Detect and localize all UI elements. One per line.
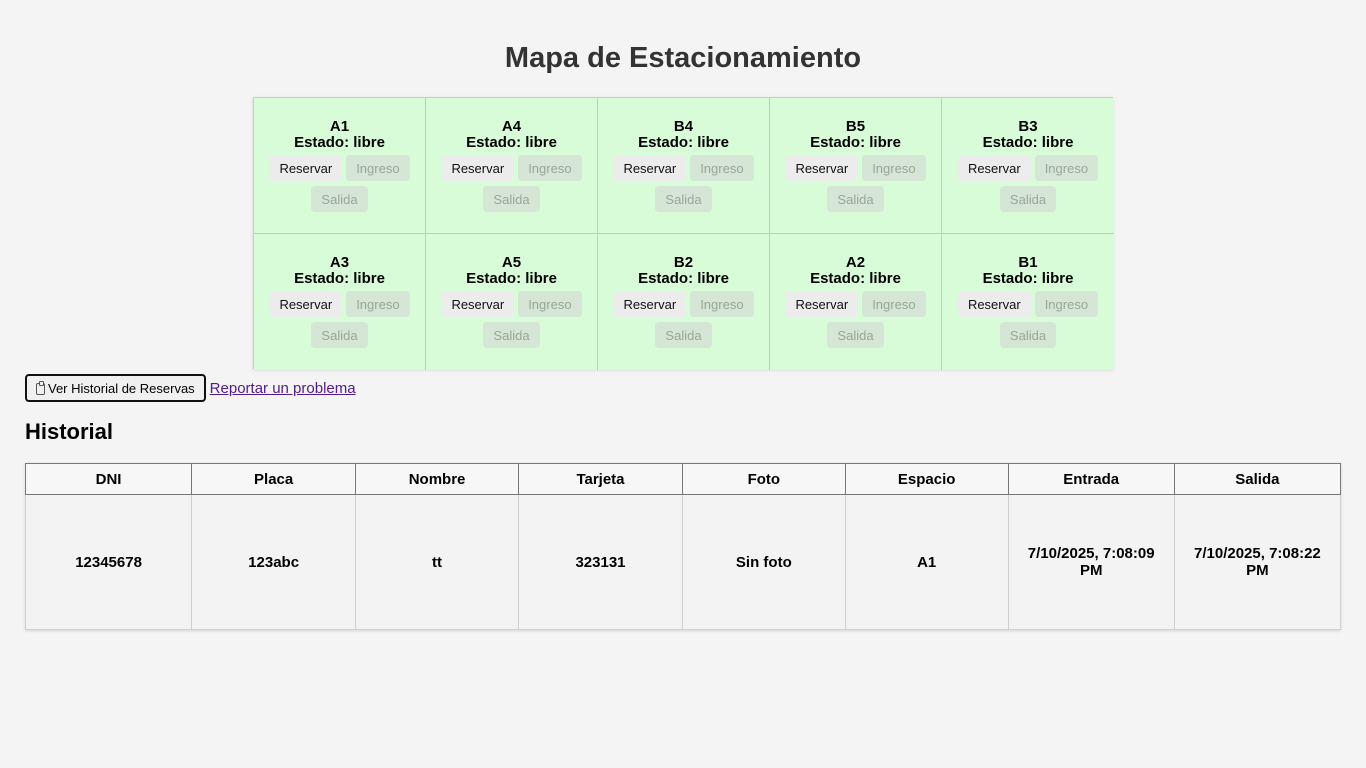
parking-spot: B5 Estado: libre Reservar Ingreso Salida — [770, 98, 942, 234]
reserve-button[interactable]: Reservar — [957, 155, 1031, 181]
exit-button[interactable]: Salida — [827, 322, 884, 348]
table-cell: 123abc — [191, 494, 357, 630]
exit-button[interactable]: Salida — [483, 322, 540, 348]
spot-status: Estado: libre — [982, 134, 1074, 151]
reserve-button[interactable]: Reservar — [957, 291, 1031, 317]
clipboard-icon — [36, 381, 45, 395]
history-header-row: DNI Placa Nombre Tarjeta Foto Espacio Entrada S… — [24, 463, 1342, 495]
table-cell: 12345678 — [24, 494, 193, 630]
table-cell: 7/10/2025, 7:08:22 PM — [1173, 494, 1342, 630]
view-history-label: Ver Historial de Reservas — [48, 380, 195, 396]
spot-status: Estado: libre — [638, 270, 729, 287]
reserve-button[interactable]: Reservar — [785, 155, 859, 181]
table-cell: tt — [355, 494, 519, 630]
view-history-button[interactable]: Ver Historial de Reservas — [25, 374, 206, 402]
parking-spot: A1 Estado: libre Reservar Ingreso Salida — [254, 98, 426, 234]
spot-name: A2 — [845, 254, 866, 271]
actions-bar: Ver Historial de Reservas Reportar un pr… — [25, 374, 356, 402]
reserve-button[interactable]: Reservar — [441, 291, 515, 317]
spot-name: B5 — [845, 118, 866, 135]
history-table: DNI Placa Nombre Tarjeta Foto Espacio Entrada S… — [24, 463, 1342, 630]
entry-button[interactable]: Ingreso — [690, 291, 754, 317]
entry-button[interactable]: Ingreso — [1034, 155, 1099, 181]
exit-button[interactable]: Salida — [655, 322, 712, 348]
spot-name: B1 — [1018, 254, 1038, 271]
spot-name: B3 — [1018, 118, 1038, 135]
table-cell: 7/10/2025, 7:08:09 PM — [1007, 494, 1175, 630]
exit-button[interactable]: Salida — [827, 186, 884, 212]
reserve-button[interactable]: Reservar — [785, 291, 859, 317]
reserve-button[interactable]: Reservar — [613, 291, 687, 317]
column-header: DNI — [24, 463, 193, 495]
entry-button[interactable]: Ingreso — [346, 291, 410, 317]
exit-button[interactable]: Salida — [483, 186, 540, 212]
column-header: Foto — [681, 463, 846, 495]
spot-status: Estado: libre — [810, 270, 901, 287]
parking-grid: A1 Estado: libre Reservar Ingreso Salida A4 Es… — [253, 97, 1114, 370]
table-cell: Sin foto — [681, 494, 846, 630]
exit-button[interactable]: Salida — [311, 322, 368, 348]
parking-spot: A3 Estado: libre Reservar Ingreso Salida — [254, 234, 426, 370]
reserve-button[interactable]: Reservar — [269, 291, 343, 317]
exit-button[interactable]: Salida — [999, 322, 1057, 348]
reserve-button[interactable]: Reservar — [441, 155, 515, 181]
spot-name: B4 — [673, 118, 694, 135]
column-header: Salida — [1173, 463, 1342, 495]
parking-spot: B4 Estado: libre Reservar Ingreso Salida — [598, 98, 770, 234]
entry-button[interactable]: Ingreso — [518, 291, 582, 317]
exit-button[interactable]: Salida — [999, 186, 1057, 212]
history-title: Historial — [25, 419, 114, 444]
spot-status: Estado: libre — [638, 134, 729, 151]
spot-name: A4 — [501, 118, 522, 135]
column-header: Entrada — [1007, 463, 1175, 495]
exit-button[interactable]: Salida — [311, 186, 368, 212]
spot-name: A5 — [501, 254, 522, 271]
column-header: Nombre — [355, 463, 519, 495]
parking-spot: B2 Estado: libre Reservar Ingreso Salida — [598, 234, 770, 370]
column-header: Espacio — [844, 463, 1009, 495]
exit-button[interactable]: Salida — [655, 186, 712, 212]
entry-button[interactable]: Ingreso — [518, 155, 582, 181]
spot-name: B2 — [673, 254, 694, 271]
parking-spot: A2 Estado: libre Reservar Ingreso Salida — [770, 234, 942, 370]
spot-status: Estado: libre — [294, 270, 385, 287]
entry-button[interactable]: Ingreso — [346, 155, 410, 181]
page-title: Mapa de Estacionamiento — [504, 42, 862, 74]
table-row: 12345678 123abc tt 323131 Sin foto A1 7/10/202… — [24, 494, 1342, 630]
spot-name: A3 — [329, 254, 350, 271]
spot-status: Estado: libre — [294, 134, 385, 151]
entry-button[interactable]: Ingreso — [862, 155, 926, 181]
parking-spot: B3 Estado: libre Reservar Ingreso Salida — [942, 98, 1114, 234]
spot-name: A1 — [329, 118, 350, 135]
spot-status: Estado: libre — [466, 270, 557, 287]
parking-spot: B1 Estado: libre Reservar Ingreso Salida — [942, 234, 1114, 370]
spot-status: Estado: libre — [982, 270, 1074, 287]
spot-status: Estado: libre — [466, 134, 557, 151]
parking-spot: A5 Estado: libre Reservar Ingreso Salida — [426, 234, 598, 370]
entry-button[interactable]: Ingreso — [690, 155, 754, 181]
report-problem-link[interactable]: Reportar un problema — [210, 380, 356, 397]
entry-button[interactable]: Ingreso — [862, 291, 926, 317]
table-cell: 323131 — [518, 494, 683, 630]
table-cell: A1 — [844, 494, 1009, 630]
reserve-button[interactable]: Reservar — [269, 155, 343, 181]
column-header: Placa — [191, 463, 357, 495]
column-header: Tarjeta — [518, 463, 683, 495]
parking-spot: A4 Estado: libre Reservar Ingreso Salida — [426, 98, 598, 234]
reserve-button[interactable]: Reservar — [613, 155, 687, 181]
entry-button[interactable]: Ingreso — [1034, 291, 1099, 317]
spot-status: Estado: libre — [810, 134, 901, 151]
